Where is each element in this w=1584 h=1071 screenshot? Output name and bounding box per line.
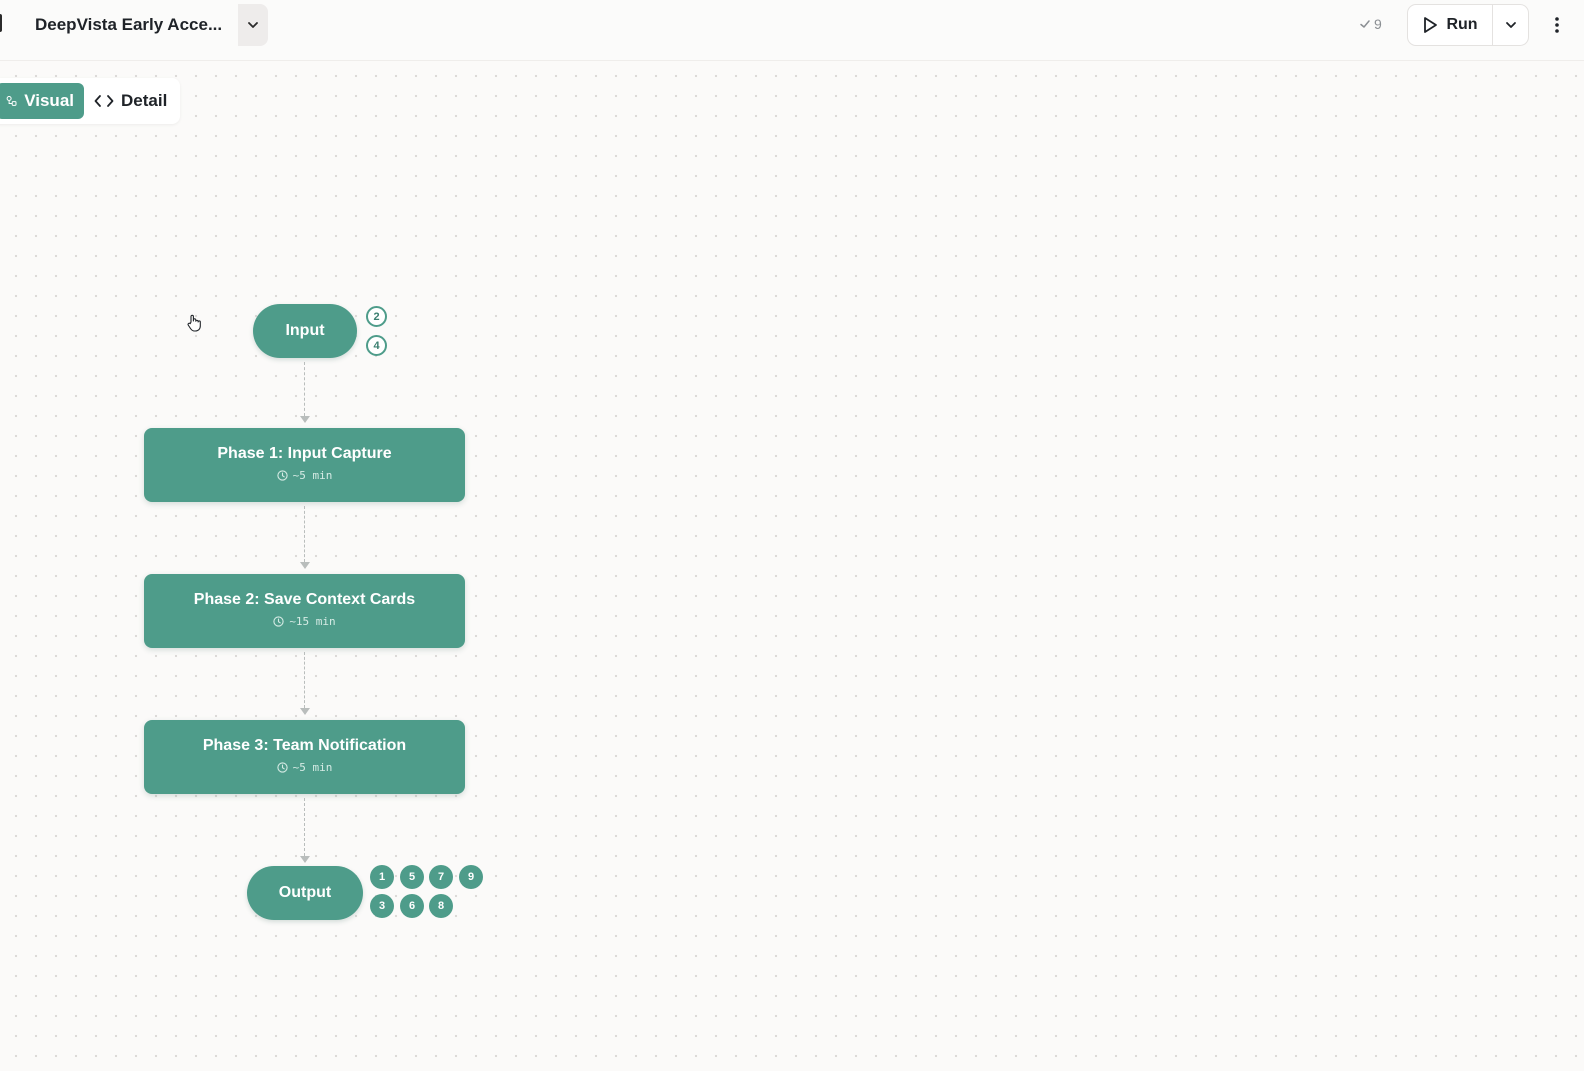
input-badge[interactable]: 2 [366,306,387,327]
run-label: Run [1446,16,1478,33]
tab-detail[interactable]: Detail [84,83,177,119]
phase-duration: ~5 min [276,760,333,774]
check-count-value: 9 [1374,16,1382,32]
kebab-menu-icon [1555,17,1559,33]
phase-title: Phase 2: Save Context Cards [193,590,416,608]
run-button-group: Run [1407,4,1529,46]
clock-icon [276,761,288,773]
output-badge-label: 8 [437,900,445,912]
output-node-label: Output [278,884,332,901]
flow-connector [304,652,305,708]
flow-connector [304,798,305,856]
flow-nodes-icon [6,96,17,106]
phase-title: Phase 3: Team Notification [202,736,407,754]
flow-connector [304,506,305,562]
input-node[interactable]: Input [253,304,357,358]
top-bar: DeepVista Early Acce... 9 Run [0,0,1584,61]
phase-node[interactable]: Phase 3: Team Notification ~5 min [144,720,465,794]
view-toggle: Visual Detail [0,78,180,124]
input-badge-label: 2 [373,310,380,323]
title-dropdown-button[interactable] [238,4,268,46]
tab-visual-label: Visual [24,91,74,110]
flow-connector [304,362,305,416]
hand-cursor-icon [187,314,201,332]
check-icon [1360,20,1370,28]
phase-title: Phase 1: Input Capture [217,444,392,462]
tab-detail-label: Detail [121,91,168,110]
chevron-down-icon [1505,22,1516,28]
run-dropdown-button[interactable] [1493,5,1528,45]
phase-duration-value: ~5 min [292,468,333,482]
input-badge-label: 4 [373,339,380,352]
arrow-down-icon [300,856,310,863]
run-button[interactable]: Run [1408,5,1493,45]
arrow-down-icon [300,562,310,569]
arrow-down-icon [300,708,310,715]
output-badge-label: 1 [378,871,386,883]
input-node-label: Input [285,322,325,339]
output-badge-label: 9 [467,871,475,883]
input-badge[interactable]: 4 [366,335,387,356]
output-badge-label: 6 [408,900,416,912]
workflow-title[interactable]: DeepVista Early Acce... [22,4,238,46]
tab-visual[interactable]: Visual [0,83,84,119]
phase-duration-value: ~15 min [289,614,336,628]
output-badge-label: 7 [437,871,445,883]
workflow-title-selector[interactable]: DeepVista Early Acce... [22,4,268,46]
output-badge[interactable]: 3 [370,894,394,918]
phase-duration-value: ~5 min [292,760,333,774]
chevron-down-icon [248,22,258,28]
output-badge[interactable]: 7 [429,865,453,889]
phase-node[interactable]: Phase 2: Save Context Cards ~15 min [144,574,465,648]
output-badge-label: 5 [408,871,416,883]
phase-duration: ~15 min [273,614,336,628]
clock-icon [273,615,284,627]
output-badge[interactable]: 9 [459,865,483,889]
sidebar-toggle-icon[interactable] [0,14,2,32]
code-icon [94,95,114,107]
output-node[interactable]: Output [247,866,363,920]
output-badge-label: 3 [378,900,386,912]
output-badge[interactable]: 8 [429,894,453,918]
more-options-button[interactable] [1547,12,1567,38]
phase-duration: ~5 min [276,468,333,482]
phase-node[interactable]: Phase 1: Input Capture ~5 min [144,428,465,502]
arrow-down-icon [300,416,310,423]
play-icon [1424,17,1438,33]
output-badge[interactable]: 5 [400,865,424,889]
output-badge[interactable]: 1 [370,865,394,889]
clock-icon [276,469,288,481]
output-badge[interactable]: 6 [400,894,424,918]
validation-status: 9 [1359,16,1382,32]
